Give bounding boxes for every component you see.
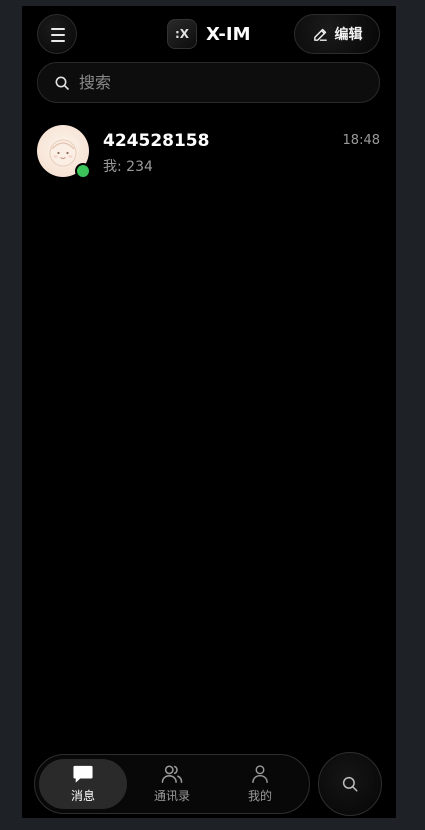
chat-bubble-icon <box>73 765 93 783</box>
search-input[interactable] <box>79 73 339 92</box>
online-status-dot <box>75 163 91 179</box>
app-screen: :X X-IM 编辑 搜索 424528158 我: 234 18:48 消息 … <box>22 6 396 818</box>
search-icon <box>55 76 69 90</box>
menu-button[interactable] <box>37 14 77 54</box>
tab-contacts-label: 通讯录 <box>153 789 190 803</box>
tab-me[interactable]: 我的 <box>216 759 304 809</box>
hamburger-menu-icon <box>51 28 65 46</box>
conversation-item[interactable]: 424528158 我: 234 18:48 <box>22 118 396 190</box>
search-bar[interactable] <box>37 62 380 103</box>
contacts-icon <box>161 765 183 783</box>
person-icon <box>252 765 268 784</box>
pencil-icon <box>313 28 327 41</box>
tab-contacts[interactable]: 通讯录 <box>128 759 216 809</box>
conversation-last-message: 我: 234 <box>103 159 153 175</box>
search-icon <box>342 776 358 792</box>
search-fab-button[interactable] <box>318 752 382 816</box>
tab-messages[interactable]: 消息 <box>39 759 127 809</box>
edit-button[interactable]: 编辑 <box>294 14 380 54</box>
logo-mark: :X <box>167 19 197 49</box>
edit-button-label: 编辑 <box>334 27 363 43</box>
tab-messages-label: 消息 <box>70 789 95 803</box>
app-logo: :X X-IM <box>167 18 251 50</box>
conversation-time: 18:48 <box>342 133 380 148</box>
conversation-name: 424528158 <box>103 131 210 151</box>
app-title: X-IM <box>206 23 251 45</box>
bottom-tab-bar: 消息 通讯录 我的 <box>34 754 310 814</box>
tab-me-label: 我的 <box>247 789 272 803</box>
